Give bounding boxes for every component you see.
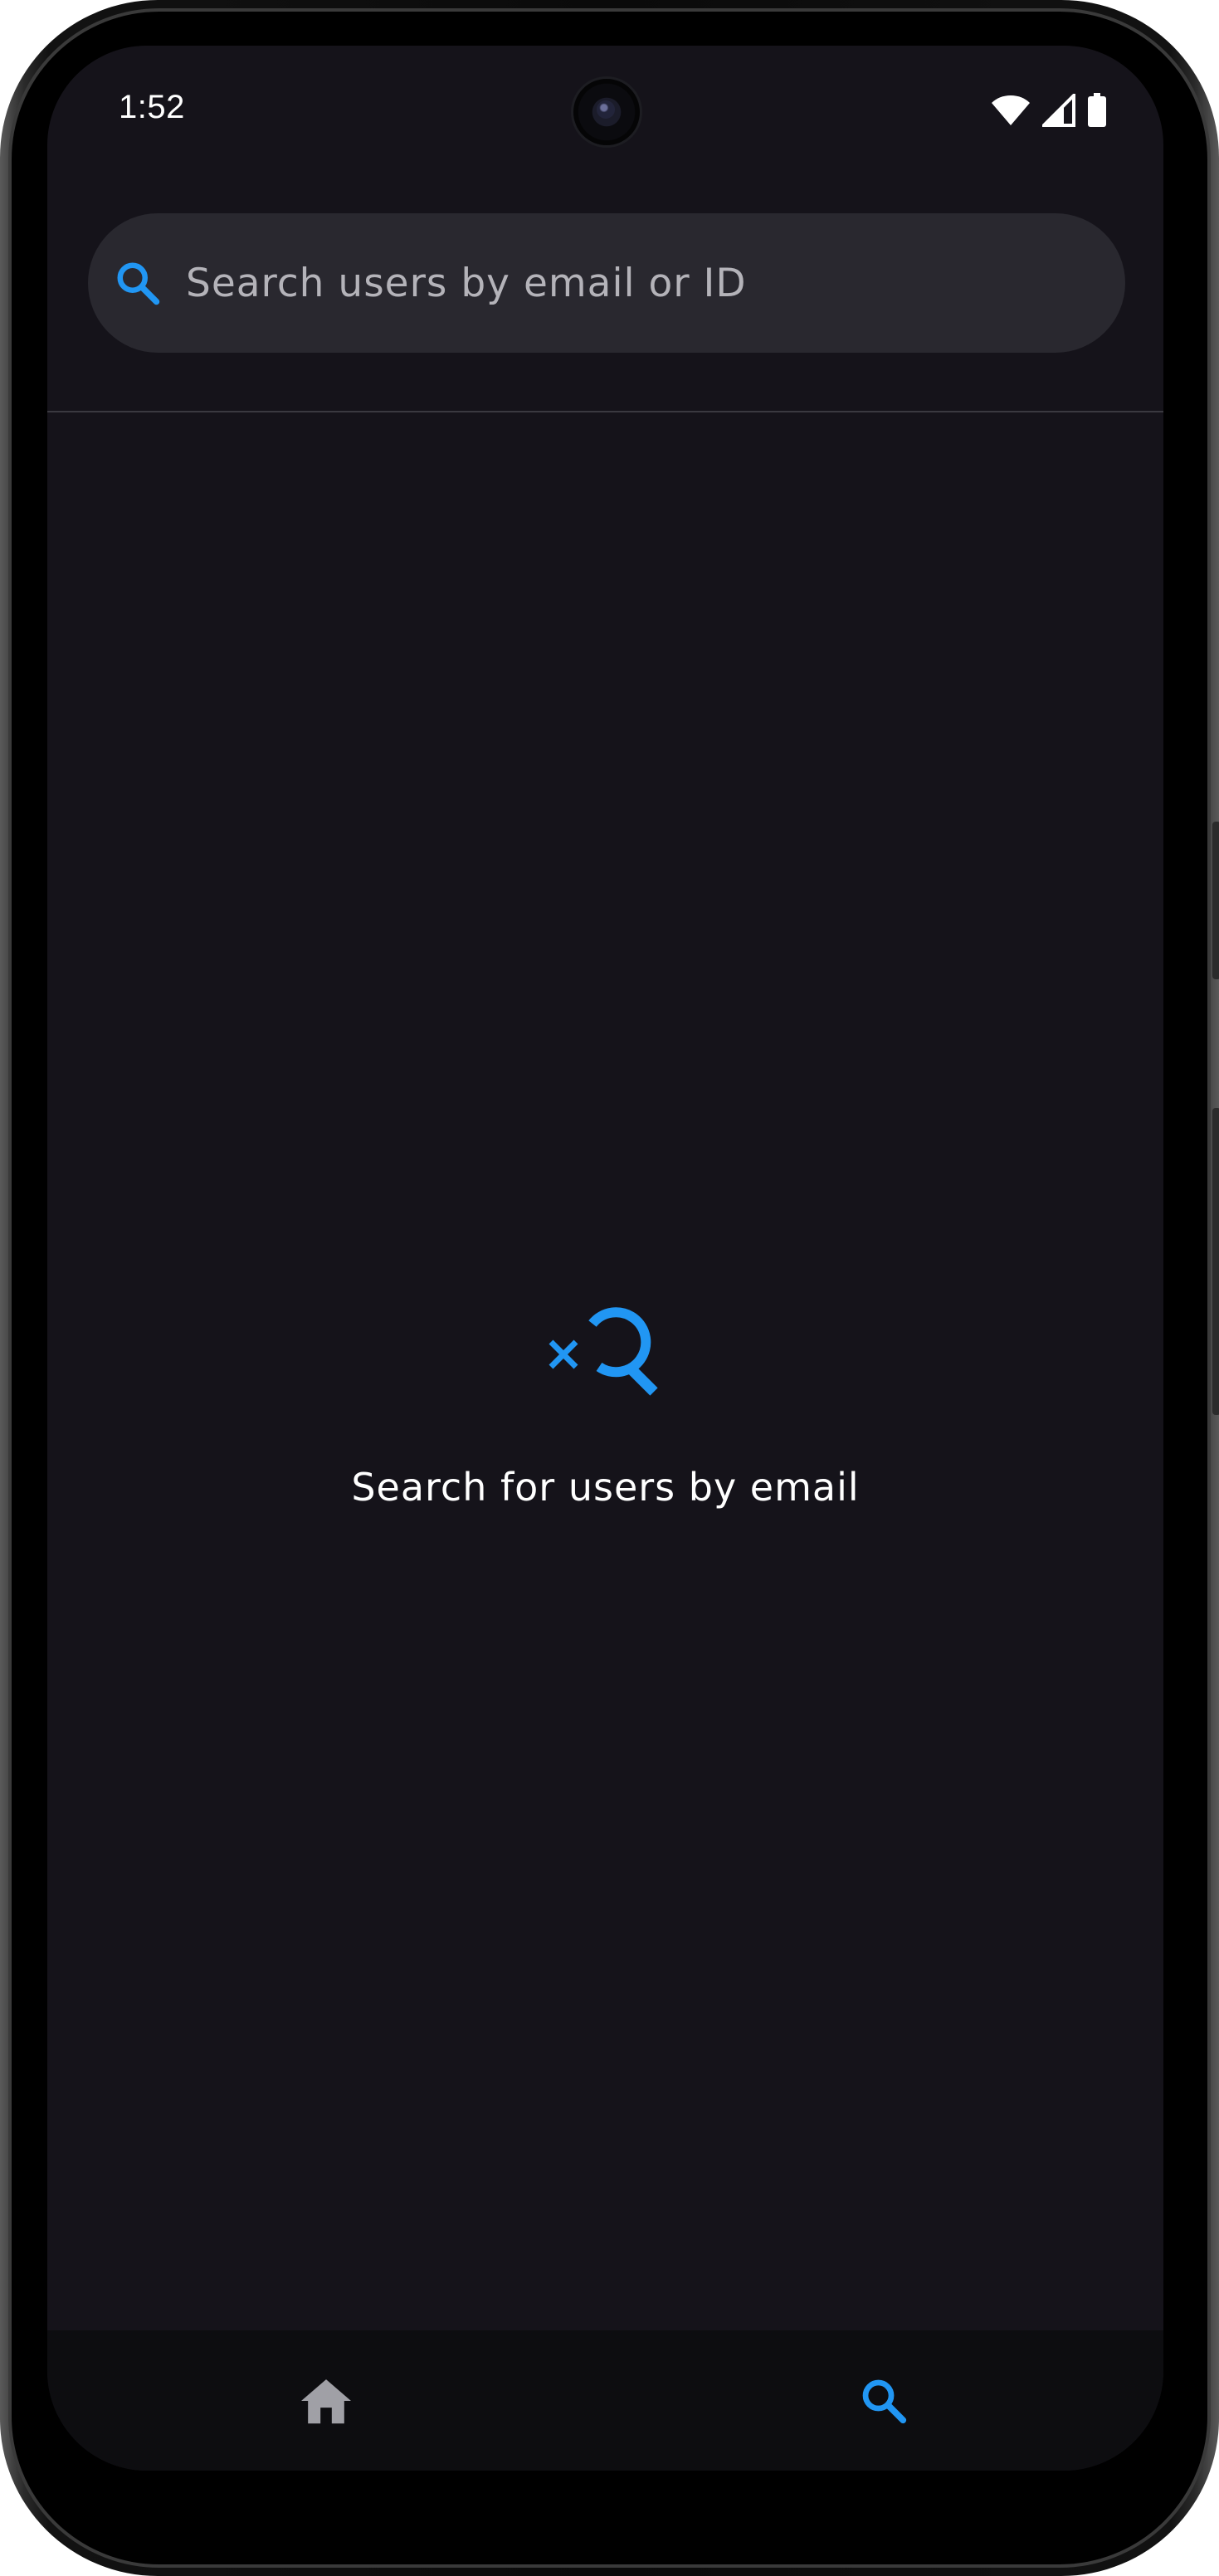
nav-home-button[interactable] — [235, 2330, 417, 2471]
search-off-icon — [549, 1307, 658, 1396]
status-icons — [991, 92, 1107, 129]
nav-search-button[interactable] — [792, 2330, 975, 2471]
search-input[interactable] — [184, 213, 1125, 353]
empty-state: Search for users by email — [47, 1299, 1163, 1510]
volume-button — [1212, 822, 1219, 979]
header-divider — [47, 411, 1163, 412]
bottom-navigation — [47, 2330, 1163, 2471]
phone-frame: 1:52 Search users by email or ID Search … — [0, 0, 1219, 2576]
wifi-icon — [992, 95, 1030, 125]
status-time: 1:52 — [119, 89, 185, 125]
search-icon — [862, 2379, 907, 2423]
search-bar[interactable] — [88, 213, 1125, 353]
home-icon — [301, 2378, 351, 2423]
empty-state-message: Search for users by email — [351, 1465, 860, 1510]
app-screen: 1:52 Search users by email or ID Search … — [47, 46, 1163, 2471]
status-bar: 1:52 — [47, 46, 1163, 187]
power-button — [1212, 1108, 1219, 1415]
front-camera — [571, 76, 642, 148]
cell-signal-icon — [1042, 94, 1075, 127]
search-icon — [117, 262, 160, 305]
battery-icon — [1088, 93, 1106, 127]
